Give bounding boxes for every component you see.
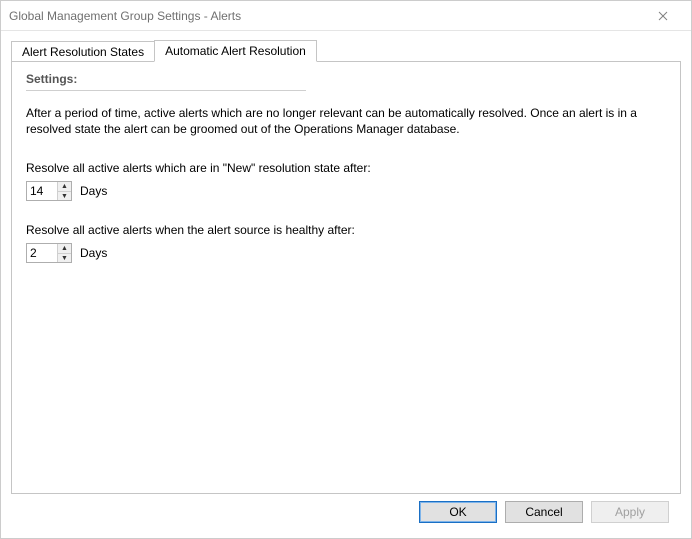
field2-unit: Days [80, 246, 107, 260]
field1-spin-down[interactable]: ▼ [58, 192, 71, 201]
divider [26, 90, 306, 91]
tab-strip: Alert Resolution States Automatic Alert … [11, 37, 681, 61]
apply-button: Apply [591, 501, 669, 523]
tab-panel-automatic-alert-resolution: Settings: After a period of time, active… [11, 61, 681, 494]
field1-spin-buttons: ▲ ▼ [57, 182, 71, 200]
close-icon [658, 11, 668, 21]
close-button[interactable] [643, 2, 683, 30]
field1-spin-up[interactable]: ▲ [58, 182, 71, 192]
description-text: After a period of time, active alerts wh… [26, 105, 646, 137]
tab-label: Automatic Alert Resolution [165, 44, 306, 58]
button-label: Apply [615, 505, 645, 519]
button-label: OK [449, 505, 466, 519]
field1-row: ▲ ▼ Days [26, 181, 666, 201]
titlebar: Global Management Group Settings - Alert… [1, 1, 691, 31]
cancel-button[interactable]: Cancel [505, 501, 583, 523]
field2-spin-buttons: ▲ ▼ [57, 244, 71, 262]
tab-alert-resolution-states[interactable]: Alert Resolution States [11, 41, 155, 62]
field2-spin-down[interactable]: ▼ [58, 254, 71, 263]
ok-button[interactable]: OK [419, 501, 497, 523]
window-title: Global Management Group Settings - Alert… [9, 9, 643, 23]
settings-heading: Settings: [26, 72, 666, 86]
field1-unit: Days [80, 184, 107, 198]
tab-label: Alert Resolution States [22, 45, 144, 59]
field1-spinbox: ▲ ▼ [26, 181, 72, 201]
dialog-footer: OK Cancel Apply [11, 494, 681, 538]
tab-automatic-alert-resolution[interactable]: Automatic Alert Resolution [154, 40, 317, 62]
field1-label: Resolve all active alerts which are in "… [26, 161, 666, 175]
field2-row: ▲ ▼ Days [26, 243, 666, 263]
dialog-window: Global Management Group Settings - Alert… [0, 0, 692, 539]
dialog-body: Alert Resolution States Automatic Alert … [1, 31, 691, 538]
field1-input[interactable] [27, 182, 57, 200]
button-label: Cancel [525, 505, 562, 519]
field2-spin-up[interactable]: ▲ [58, 244, 71, 254]
field2-input[interactable] [27, 244, 57, 262]
field2-spinbox: ▲ ▼ [26, 243, 72, 263]
field2-label: Resolve all active alerts when the alert… [26, 223, 666, 237]
